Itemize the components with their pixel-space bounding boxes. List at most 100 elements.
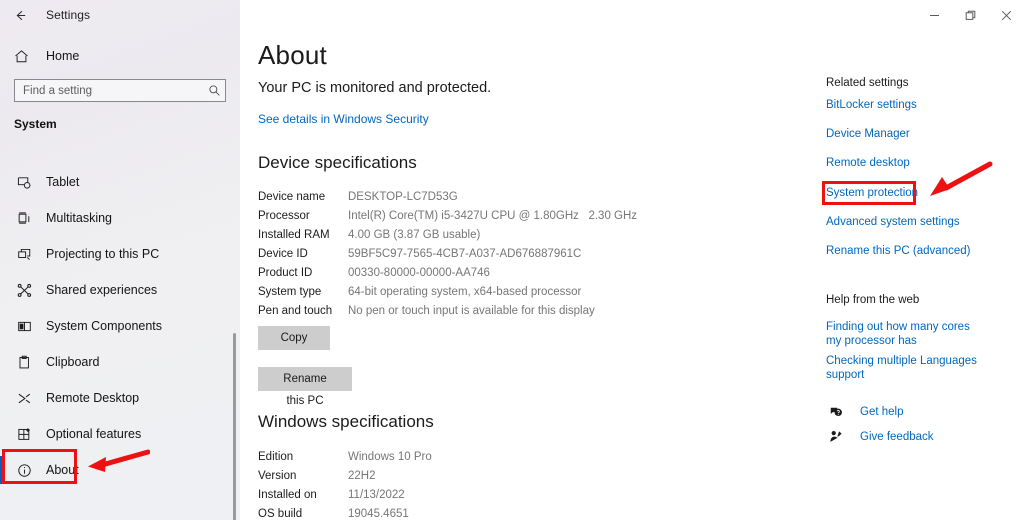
- spec-value: No pen or touch input is available for t…: [348, 304, 595, 317]
- spec-value: 11/13/2022: [348, 488, 405, 501]
- advanced-system-settings-link[interactable]: Advanced system settings: [826, 215, 1016, 229]
- table-row: System type 64-bit operating system, x64…: [258, 282, 637, 301]
- sidebar-scrollbar-track[interactable]: [229, 30, 240, 520]
- sidebar-item-home[interactable]: Home: [0, 44, 232, 68]
- tablet-icon: [14, 172, 34, 192]
- spec-key: Pen and touch: [258, 304, 333, 317]
- sidebar-group-title: System: [14, 117, 57, 131]
- table-row: Edition Windows 10 Pro: [258, 447, 432, 466]
- spec-key: Installed RAM: [258, 228, 330, 241]
- sidebar-item-label: Optional features: [46, 427, 142, 441]
- home-icon: [14, 49, 34, 64]
- spec-key: Processor: [258, 209, 310, 222]
- spec-value: 00330-80000-00000-AA746: [348, 266, 490, 279]
- give-feedback-link[interactable]: Give feedback: [826, 428, 934, 446]
- sidebar-item-label: Remote Desktop: [46, 391, 140, 405]
- remote-desktop-icon: [14, 388, 34, 408]
- spec-key: Device ID: [258, 247, 308, 260]
- related-settings-rail: Related settings BitLocker settings Devi…: [826, 0, 1024, 520]
- device-manager-link[interactable]: Device Manager: [826, 127, 1016, 141]
- sidebar-item-label: Multitasking: [46, 211, 112, 225]
- sidebar-item-remote-desktop[interactable]: Remote Desktop: [0, 380, 240, 416]
- minimize-button[interactable]: [916, 0, 952, 30]
- spec-value: Intel(R) Core(TM) i5-3427U CPU @ 1.80GHz…: [348, 209, 638, 222]
- get-help-icon: [826, 403, 846, 421]
- search-box[interactable]: [14, 79, 226, 102]
- close-button[interactable]: [988, 0, 1024, 30]
- sidebar-nav-list: Tablet Multitasking Projecting to this P…: [0, 164, 240, 488]
- related-settings-heading: Related settings: [826, 77, 909, 89]
- restore-button[interactable]: [952, 0, 988, 30]
- sidebar: Home System: [0, 0, 240, 520]
- sidebar-item-about[interactable]: About: [0, 452, 240, 488]
- spec-value: 22H2: [348, 469, 376, 482]
- table-row: Device name DESKTOP-LC7D53G: [258, 187, 637, 206]
- languages-support-help-link[interactable]: Checking multiple Languages support: [826, 354, 1016, 382]
- projecting-icon: [14, 244, 34, 264]
- rename-this-pc-advanced-link[interactable]: Rename this PC (advanced): [826, 244, 1016, 258]
- remote-desktop-link[interactable]: Remote desktop: [826, 156, 1016, 170]
- system-components-icon: [14, 316, 34, 336]
- spec-key: Version: [258, 469, 297, 482]
- settings-window: Settings Home Find a setting System Tabl…: [0, 0, 1024, 520]
- table-row: OS build 19045.4651: [258, 504, 432, 520]
- spec-key: Product ID: [258, 266, 313, 279]
- sidebar-item-label: Shared experiences: [46, 283, 158, 297]
- sidebar-scrollbar-thumb[interactable]: [233, 333, 236, 520]
- spec-value: 19045.4651: [348, 507, 409, 520]
- multitasking-icon: [14, 208, 34, 228]
- table-row: Installed on 11/13/2022: [258, 485, 432, 504]
- spec-key: OS build: [258, 507, 303, 520]
- window-title: Settings: [46, 8, 91, 22]
- copy-button[interactable]: Copy: [258, 326, 330, 350]
- get-help-label: Get help: [860, 406, 904, 418]
- sidebar-item-projecting-to-this-pc[interactable]: Projecting to this PC: [0, 236, 240, 272]
- clipboard-icon: [14, 352, 34, 372]
- search-icon[interactable]: [203, 84, 225, 97]
- table-row: Pen and touch No pen or touch input is a…: [258, 301, 637, 320]
- sidebar-item-label: About: [46, 463, 79, 477]
- sidebar-item-optional-features[interactable]: Optional features: [0, 416, 240, 452]
- table-row: Processor Intel(R) Core(TM) i5-3427U CPU…: [258, 206, 637, 225]
- sidebar-item-label: System Components: [46, 319, 163, 333]
- device-specifications-heading: Device specifications: [258, 153, 417, 172]
- sidebar-item-shared-experiences[interactable]: Shared experiences: [0, 272, 240, 308]
- table-row: Installed RAM 4.00 GB (3.87 GB usable): [258, 225, 637, 244]
- spec-key: Device name: [258, 190, 326, 203]
- help-from-the-web-heading: Help from the web: [826, 294, 920, 306]
- give-feedback-label: Give feedback: [860, 431, 934, 443]
- sidebar-item-multitasking[interactable]: Multitasking: [0, 200, 240, 236]
- spec-key: System type: [258, 285, 322, 298]
- page-title: About: [258, 40, 327, 70]
- sidebar-item-clipboard[interactable]: Clipboard: [0, 344, 240, 380]
- device-specifications-table: Device name DESKTOP-LC7D53G Processor In…: [258, 187, 637, 320]
- back-button[interactable]: [0, 0, 40, 30]
- sidebar-item-system-components[interactable]: System Components: [0, 308, 240, 344]
- rename-this-pc-button[interactable]: Rename this PC: [258, 367, 352, 407]
- sidebar-item-label: Tablet: [46, 175, 80, 189]
- search-input[interactable]: [15, 80, 203, 101]
- window-controls: [916, 0, 1024, 30]
- optional-features-icon: [14, 424, 34, 444]
- windows-specifications-table: Edition Windows 10 Pro Version 22H2 Inst…: [258, 447, 432, 520]
- windows-specifications-heading: Windows specifications: [258, 412, 434, 431]
- windows-security-link[interactable]: See details in Windows Security: [258, 112, 429, 126]
- home-label: Home: [46, 49, 80, 63]
- table-row: Device ID 59BF5C97-7565-4CB7-A037-AD6768…: [258, 244, 637, 263]
- get-help-link[interactable]: Get help: [826, 403, 903, 421]
- protection-status-text: Your PC is monitored and protected.: [258, 80, 492, 96]
- info-circle-icon: [14, 460, 34, 480]
- spec-key: Installed on: [258, 488, 317, 501]
- processor-cores-help-link[interactable]: Finding out how many cores my processor …: [826, 320, 978, 348]
- spec-value: 59BF5C97-7565-4CB7-A037-AD676887961C: [348, 247, 582, 260]
- system-protection-link[interactable]: System protection: [826, 186, 1016, 200]
- spec-value: 64-bit operating system, x64-based proce…: [348, 285, 582, 298]
- table-row: Product ID 00330-80000-00000-AA746: [258, 263, 637, 282]
- spec-value: DESKTOP-LC7D53G: [348, 190, 458, 203]
- give-feedback-icon: [826, 428, 846, 446]
- sidebar-item-tablet[interactable]: Tablet: [0, 164, 240, 200]
- main-content: About Your PC is monitored and protected…: [240, 0, 1024, 520]
- spec-key: Edition: [258, 450, 294, 463]
- spec-value: Windows 10 Pro: [348, 450, 432, 463]
- bitlocker-settings-link[interactable]: BitLocker settings: [826, 98, 1016, 112]
